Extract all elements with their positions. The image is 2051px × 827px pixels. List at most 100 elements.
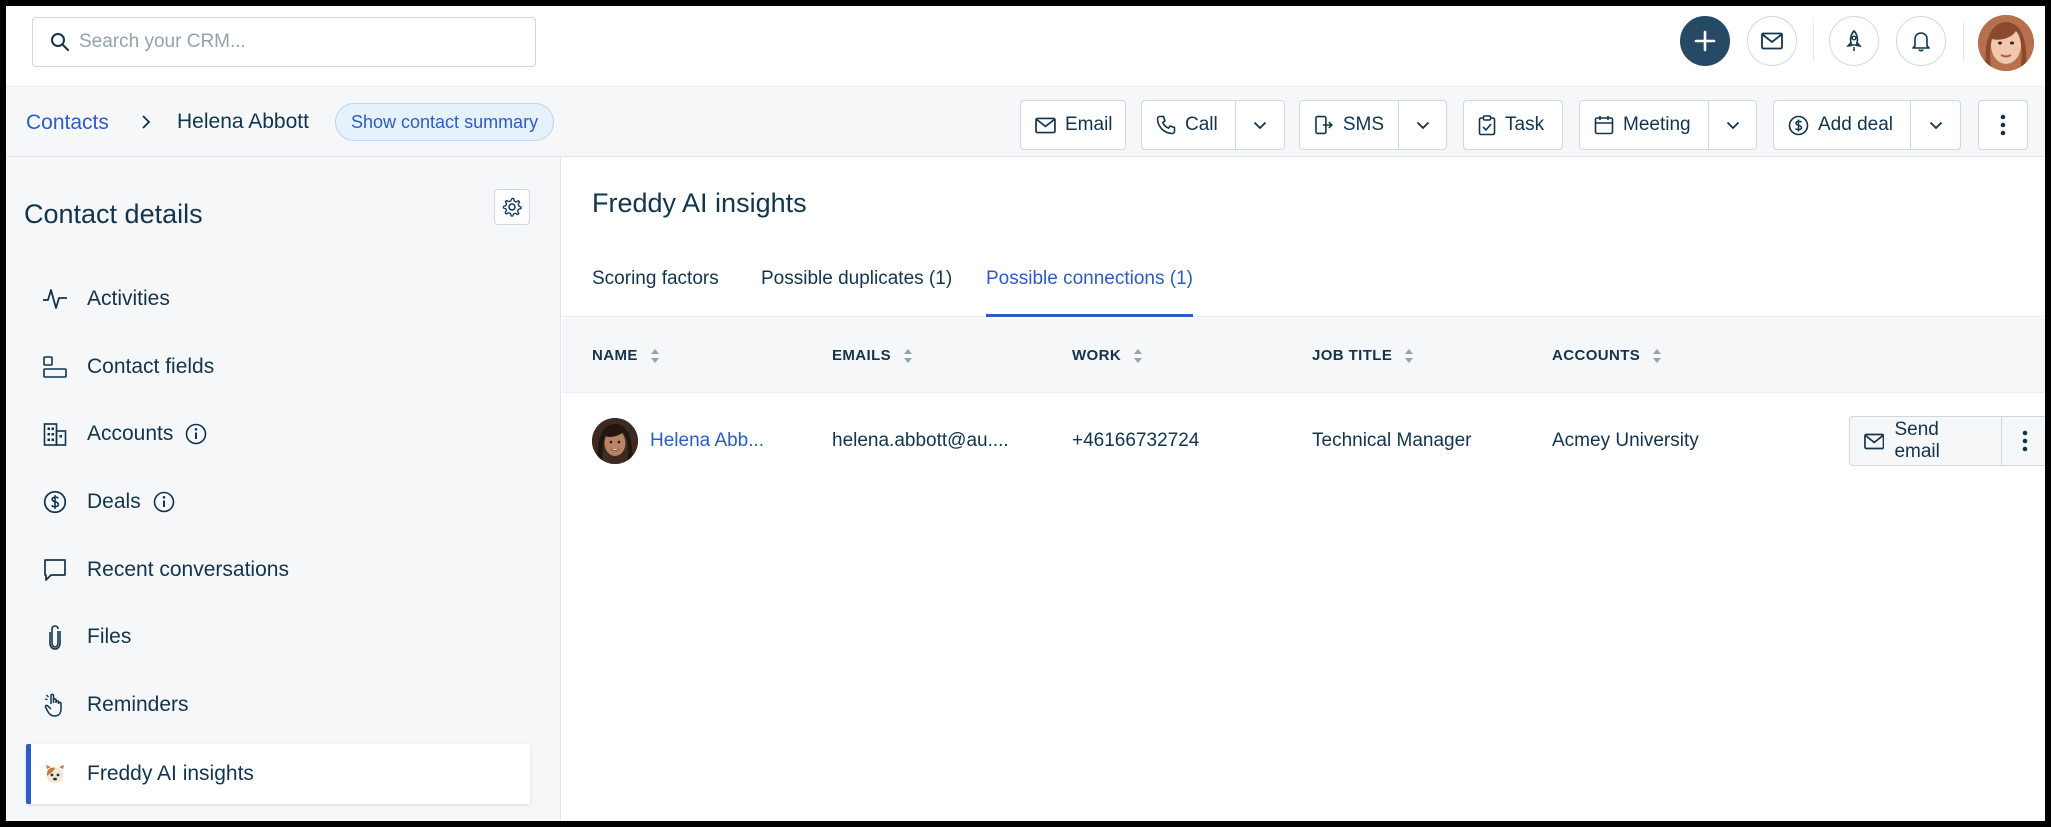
chevron-down-icon [1416,121,1429,129]
email-button[interactable]: Email [1020,100,1126,150]
sort-icon [650,348,659,363]
info-icon[interactable] [153,491,175,513]
sidebar-item-recent-conversations[interactable]: Recent conversations [26,540,530,600]
quick-add-button[interactable] [1680,16,1730,66]
user-avatar[interactable] [1978,15,2034,71]
breadcrumb-contacts-link[interactable]: Contacts [26,111,109,135]
column-header-label: JOB TITLE [1312,347,1393,364]
building-icon [43,423,67,446]
contact-avatar [592,418,638,464]
launchpad-button[interactable] [1829,16,1879,66]
sort-icon [1134,348,1143,363]
sidebar-item-label: Files [87,625,132,648]
column-header-accounts[interactable]: ACCOUNTS [1552,318,1662,393]
send-email-button[interactable]: Send email [1850,417,2001,465]
column-header-label: ACCOUNTS [1552,347,1641,364]
column-header-label: WORK [1072,347,1122,364]
avatar-image [1978,15,2034,71]
email-inbox-button[interactable] [1747,16,1797,66]
sidebar-item-label: Recent conversations [87,558,289,581]
sidebar-item-reminders[interactable]: Reminders [26,675,530,735]
chat-icon [44,559,66,581]
sidebar-item-deals[interactable]: Deals [26,472,530,532]
plus-icon [1694,30,1716,52]
record-header: Contacts Helena Abbott Show contact summ… [6,87,2045,157]
table-row: Helena Abb... helena.abbott@au.... +4616… [562,393,2045,489]
meeting-options-dropdown[interactable] [1708,101,1756,149]
sidebar-item-label: Contact fields [87,355,215,378]
cell-work-phone[interactable]: +46166732724 [1072,393,1199,489]
sidebar-item-activities[interactable]: Activities [26,269,530,329]
sidebar-title: Contact details [24,199,203,229]
more-vertical-icon [2000,114,2006,136]
more-vertical-icon [2022,430,2028,452]
dollar-icon [1788,115,1809,135]
add-deal-options-dropdown[interactable] [1910,101,1960,149]
toolbar-divider [1813,22,1814,60]
meeting-button-group[interactable]: Meeting [1579,100,1757,150]
column-header-work[interactable]: WORK [1072,318,1143,393]
sms-button-group[interactable]: SMS [1299,100,1447,150]
call-button-label: Call [1185,114,1218,135]
panel-title: Freddy AI insights [592,188,807,218]
column-header-job-title[interactable]: JOB TITLE [1312,318,1414,393]
send-email-button-group[interactable]: Send email [1849,416,2045,466]
add-deal-button-group[interactable]: Add deal [1773,100,1961,150]
activity-icon [43,289,67,309]
sidebar-item-files[interactable]: Files [26,607,530,667]
sidebar-item-label: Accounts [87,422,174,445]
call-button-group[interactable]: Call [1141,100,1285,150]
mail-icon [1864,433,1885,449]
mail-icon [1035,117,1056,133]
call-button[interactable]: Call [1142,101,1235,149]
insights-tabs: Scoring factors Possible duplicates (1) … [562,247,2045,317]
cell-email: helena.abbott@au.... [832,430,1009,451]
column-header-emails[interactable]: EMAILS [832,318,913,393]
task-button[interactable]: Task [1463,100,1563,150]
toolbar-divider [1963,22,1964,60]
tab-possible-duplicates[interactable]: Possible duplicates (1) [761,247,952,317]
dollar-icon [43,490,67,514]
add-deal-button[interactable]: Add deal [1774,101,1910,149]
sort-icon [1405,348,1414,363]
meeting-button[interactable]: Meeting [1580,101,1708,149]
cell-account: Acmey University [1552,430,1699,451]
sidebar-item-label: Deals [87,490,141,513]
freddy-icon [46,765,64,783]
send-email-label: Send email [1894,419,1940,462]
sidebar-settings-button[interactable] [494,189,530,225]
tab-scoring-factors[interactable]: Scoring factors [592,247,719,317]
sidebar-item-freddy-ai-insights[interactable]: Freddy AI insights [26,744,530,804]
row-more-actions-button[interactable] [2001,417,2045,465]
sms-button[interactable]: SMS [1300,101,1398,149]
chevron-down-icon [1929,121,1942,129]
rocket-icon [1846,30,1862,51]
add-deal-button-label: Add deal [1818,114,1894,135]
contact-details-sidebar: Contact details Activities Contact field… [6,157,561,821]
more-actions-button[interactable] [1978,100,2028,150]
fields-icon [43,356,67,378]
sidebar-item-label: Freddy AI insights [87,762,254,785]
contact-name-link[interactable]: Helena Abb... [650,430,764,452]
sms-icon [1315,115,1333,135]
column-header-label: EMAILS [832,347,892,364]
phone-icon [1156,115,1176,135]
global-search[interactable] [32,17,536,67]
sms-options-dropdown[interactable] [1398,101,1446,149]
chevron-right-icon [142,115,151,129]
paperclip-icon [49,625,61,650]
column-header-name[interactable]: NAME [592,318,660,393]
search-input[interactable] [79,18,519,66]
task-clipboard-icon [1478,114,1496,135]
sidebar-item-accounts[interactable]: Accounts [26,404,530,464]
app-window: Contacts Helena Abbott Show contact summ… [6,6,2045,821]
tab-possible-connections[interactable]: Possible connections (1) [986,247,1193,317]
notifications-button[interactable] [1896,16,1946,66]
sidebar-item-contact-fields[interactable]: Contact fields [26,337,530,397]
email-button-label: Email [1065,114,1113,135]
cell-job-title: Technical Manager [1312,430,1472,451]
info-icon[interactable] [185,423,207,445]
chevron-down-icon [1253,121,1267,129]
show-contact-summary-button[interactable]: Show contact summary [335,103,555,141]
call-options-dropdown[interactable] [1235,101,1284,149]
